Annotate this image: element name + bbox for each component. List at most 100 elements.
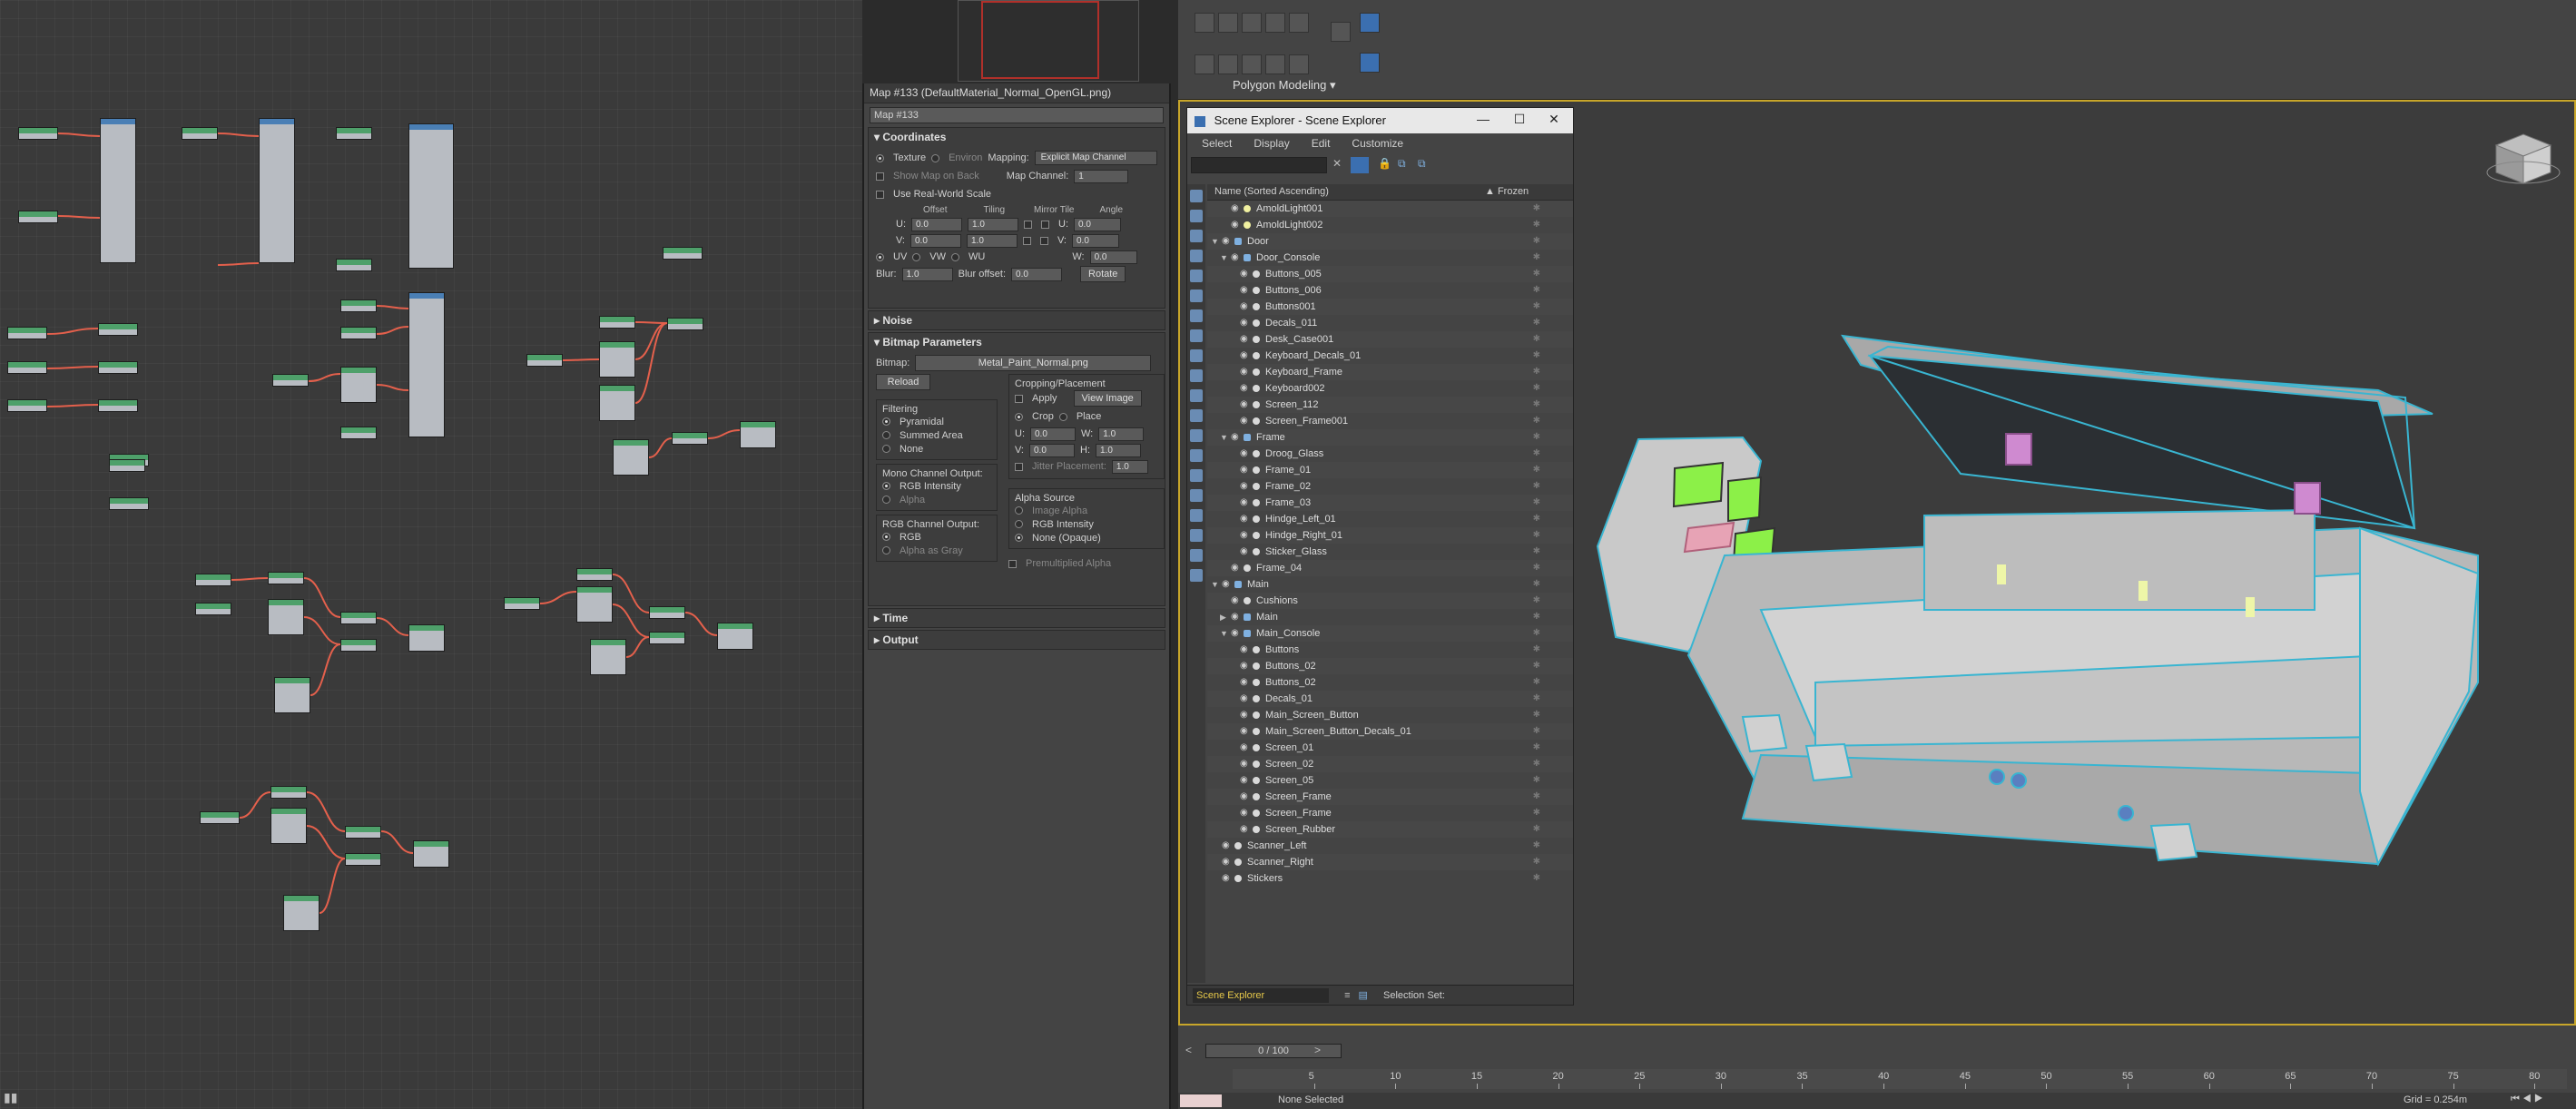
visibility-eye-icon[interactable]: ◉	[1240, 691, 1248, 707]
u-mirror-checkbox[interactable]	[1024, 220, 1032, 229]
noise-rollout[interactable]: ▸ Noise	[868, 310, 1165, 330]
freeze-toggle-icon[interactable]: ✱	[1533, 282, 1540, 299]
freeze-toggle-icon[interactable]: ✱	[1533, 511, 1540, 527]
ribbon-tool-icon[interactable]	[1360, 13, 1380, 33]
map-node[interactable]	[717, 623, 753, 650]
freeze-toggle-icon[interactable]: ✱	[1533, 413, 1540, 429]
reload-button[interactable]: Reload	[876, 374, 930, 390]
visibility-eye-icon[interactable]: ◉	[1240, 707, 1248, 723]
scene-tree-row[interactable]: ◉ Frame_02 ✱	[1207, 478, 1573, 495]
map-node[interactable]	[340, 367, 377, 403]
node-editor-view[interactable]: ▮▮	[0, 0, 862, 1109]
filter-type-icon[interactable]	[1190, 230, 1203, 242]
freeze-toggle-icon[interactable]: ✱	[1533, 789, 1540, 805]
scene-tree-row[interactable]: ◉ Screen_112 ✱	[1207, 397, 1573, 413]
layer-explorer-icon[interactable]: ≡	[1344, 990, 1350, 1001]
u-tiling-spinner[interactable]: 1.0	[968, 217, 1018, 231]
wu-radio[interactable]	[951, 252, 960, 261]
scene-tree-row[interactable]: ◉ Hindge_Right_01 ✱	[1207, 527, 1573, 544]
v-mirror-checkbox[interactable]	[1023, 236, 1031, 245]
freeze-toggle-icon[interactable]: ✱	[1533, 707, 1540, 723]
filter-type-icon[interactable]	[1190, 210, 1203, 222]
visibility-eye-icon[interactable]: ◉	[1231, 593, 1239, 609]
image-alpha-radio[interactable]	[1015, 506, 1023, 515]
summed-area-radio[interactable]	[882, 431, 890, 439]
time-rollout[interactable]: ▸ Time	[868, 608, 1165, 628]
freeze-toggle-icon[interactable]: ✱	[1533, 429, 1540, 446]
filter-type-icon[interactable]	[1190, 409, 1203, 422]
ribbon-tool-icon[interactable]	[1218, 54, 1238, 74]
scene-explorer-column-header[interactable]: Name (Sorted Ascending) ▲ Frozen	[1207, 184, 1573, 201]
hierarchy-icon[interactable]: ⧉	[1398, 157, 1406, 171]
menu-display[interactable]: Display	[1254, 137, 1289, 152]
visibility-eye-icon[interactable]: ◉	[1222, 870, 1230, 887]
visibility-eye-icon[interactable]: ◉	[1231, 217, 1239, 233]
freeze-toggle-icon[interactable]: ✱	[1533, 838, 1540, 854]
map-node[interactable]	[590, 639, 626, 675]
ribbon-tool-icon[interactable]	[1265, 13, 1285, 33]
visibility-eye-icon[interactable]: ◉	[1240, 511, 1248, 527]
map-node[interactable]	[599, 341, 635, 378]
prev-frame-icon[interactable]: <	[1185, 1044, 1192, 1056]
filter-type-icon[interactable]	[1190, 449, 1203, 462]
rotate-button[interactable]: Rotate	[1080, 266, 1126, 282]
freeze-toggle-icon[interactable]: ✱	[1533, 331, 1540, 348]
map-node[interactable]	[667, 318, 703, 330]
filter-type-icon[interactable]	[1190, 369, 1203, 382]
map-node[interactable]	[340, 427, 377, 439]
filter-type-icon[interactable]	[1190, 569, 1203, 582]
visibility-eye-icon[interactable]: ◉	[1240, 299, 1248, 315]
visibility-eye-icon[interactable]: ◉	[1240, 315, 1248, 331]
visibility-eye-icon[interactable]: ◉	[1240, 495, 1248, 511]
navigator-frame[interactable]	[981, 1, 1099, 79]
freeze-toggle-icon[interactable]: ✱	[1533, 593, 1540, 609]
freeze-toggle-icon[interactable]: ✱	[1533, 233, 1540, 250]
ribbon-tool-icon[interactable]	[1360, 53, 1380, 73]
freeze-toggle-icon[interactable]: ✱	[1533, 201, 1540, 217]
map-node[interactable]	[195, 574, 231, 586]
visibility-eye-icon[interactable]: ◉	[1240, 527, 1248, 544]
pyramidal-radio[interactable]	[882, 417, 890, 426]
map-node[interactable]	[526, 354, 563, 367]
map-node[interactable]	[7, 327, 47, 339]
visibility-eye-icon[interactable]: ◉	[1240, 805, 1248, 821]
freeze-toggle-icon[interactable]: ✱	[1533, 250, 1540, 266]
filter-icon[interactable]	[1351, 157, 1369, 173]
u-tile-checkbox[interactable]	[1041, 220, 1049, 229]
map-node[interactable]	[109, 497, 149, 510]
visibility-eye-icon[interactable]: ◉	[1222, 576, 1230, 593]
scene-tree-row[interactable]: ▶ ◉ Main ✱	[1207, 609, 1573, 625]
crop-h-spinner[interactable]: 1.0	[1096, 443, 1141, 457]
freeze-toggle-icon[interactable]: ✱	[1533, 723, 1540, 740]
visibility-eye-icon[interactable]: ◉	[1240, 478, 1248, 495]
bitmap-path-button[interactable]: Metal_Paint_Normal.png	[915, 355, 1152, 371]
material-node[interactable]	[408, 123, 454, 269]
apply-checkbox[interactable]	[1015, 394, 1023, 403]
none-radio[interactable]	[882, 445, 890, 453]
visibility-eye-icon[interactable]: ◉	[1240, 266, 1248, 282]
environ-radio[interactable]	[931, 153, 940, 162]
map-node[interactable]	[283, 895, 320, 931]
rollout-header-bitmap[interactable]: ▾ Bitmap Parameters	[869, 333, 1165, 351]
scene-tree-row[interactable]: ▼ ◉ Frame ✱	[1207, 429, 1573, 446]
freeze-toggle-icon[interactable]: ✱	[1533, 544, 1540, 560]
expand-toggle-icon[interactable]: ▼	[1220, 250, 1229, 266]
alpha-rgb-intensity-radio[interactable]	[1015, 520, 1023, 528]
freeze-toggle-icon[interactable]: ✱	[1533, 446, 1540, 462]
scene-tree-row[interactable]: ◉ Scanner_Left ✱	[1207, 838, 1573, 854]
menu-select[interactable]: Select	[1202, 137, 1232, 152]
layer-icon[interactable]: ⧉	[1418, 157, 1426, 171]
frozen-column-header[interactable]: ▲ Frozen	[1485, 186, 1529, 197]
filter-type-icon[interactable]	[1190, 509, 1203, 522]
map-node[interactable]	[336, 127, 372, 140]
scene-tree-row[interactable]: ▼ ◉ Main ✱	[1207, 576, 1573, 593]
jitter-spinner[interactable]: 1.0	[1111, 459, 1148, 474]
vw-radio[interactable]	[912, 252, 921, 261]
freeze-toggle-icon[interactable]: ✱	[1533, 870, 1540, 887]
ribbon-tool-icon[interactable]	[1195, 13, 1214, 33]
rollout-header-output[interactable]: ▸ Output	[869, 631, 1165, 649]
view-cube-icon[interactable]	[2486, 133, 2561, 184]
rollout-header-time[interactable]: ▸ Time	[869, 609, 1165, 627]
freeze-toggle-icon[interactable]: ✱	[1533, 772, 1540, 789]
filter-type-icon[interactable]	[1190, 250, 1203, 262]
